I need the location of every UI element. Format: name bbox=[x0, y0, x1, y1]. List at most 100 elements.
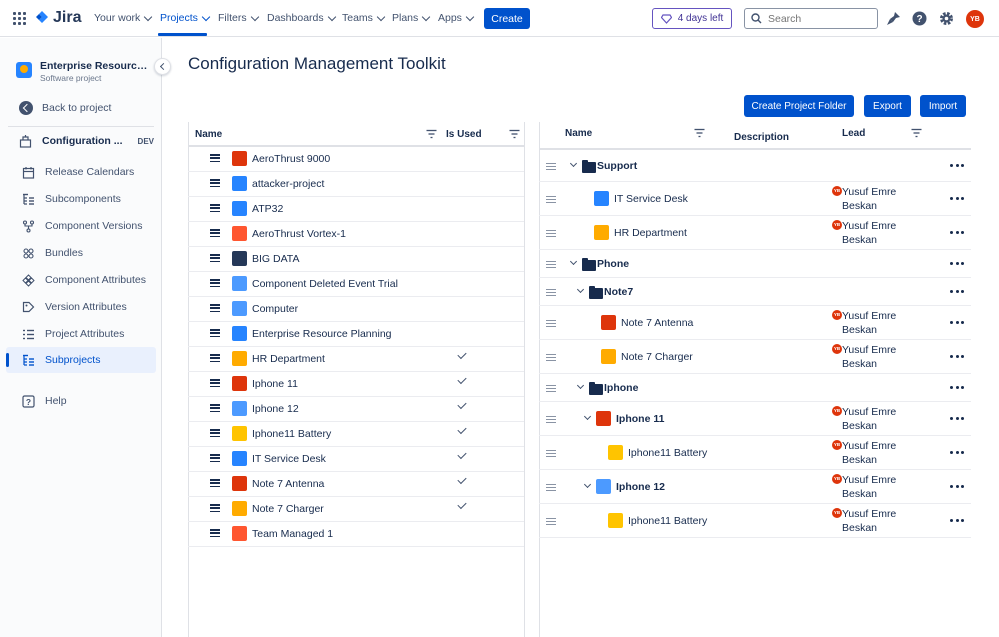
nav-plans[interactable]: Plans bbox=[392, 12, 431, 24]
config-toolkit-header[interactable]: Configuration ... DEV bbox=[19, 134, 154, 148]
more-actions-icon[interactable] bbox=[950, 197, 964, 201]
drag-handle-icon[interactable] bbox=[546, 289, 556, 296]
more-actions-icon[interactable] bbox=[950, 164, 964, 168]
more-actions-icon[interactable] bbox=[950, 321, 964, 325]
drag-handle-icon[interactable] bbox=[546, 196, 556, 203]
lead-user[interactable]: YB Yusuf Emre Beskan bbox=[832, 405, 922, 433]
lead-user[interactable]: YB Yusuf Emre Beskan bbox=[832, 185, 922, 213]
drag-handle-icon[interactable] bbox=[210, 504, 220, 512]
drag-handle-icon[interactable] bbox=[210, 179, 220, 187]
drag-handle-icon[interactable] bbox=[210, 204, 220, 212]
drag-handle-icon[interactable] bbox=[546, 230, 556, 237]
export-button[interactable]: Export bbox=[864, 95, 911, 117]
table-row[interactable]: Iphone 11 bbox=[188, 372, 524, 397]
sidebar-item-subprojects[interactable]: Subprojects bbox=[6, 347, 156, 373]
lead-user[interactable]: YB Yusuf Emre Beskan bbox=[832, 507, 922, 535]
filter-icon[interactable] bbox=[509, 129, 520, 139]
sidebar-item-version-attributes[interactable]: Version Attributes bbox=[6, 294, 156, 320]
sidebar-item-project-attributes[interactable]: Project Attributes bbox=[6, 321, 156, 347]
table-row[interactable]: AeroThrust Vortex-1 bbox=[188, 222, 524, 247]
tree-project-row[interactable]: Note 7 Charger YB Yusuf Emre Beskan bbox=[539, 340, 971, 374]
drag-handle-icon[interactable] bbox=[546, 484, 556, 491]
drag-handle-icon[interactable] bbox=[546, 450, 556, 457]
drag-handle-icon[interactable] bbox=[546, 163, 556, 170]
sidebar-item-release-calendars[interactable]: Release Calendars bbox=[6, 159, 156, 185]
tree-folder-row[interactable]: Note7 bbox=[539, 278, 971, 306]
lead-user[interactable]: YB Yusuf Emre Beskan bbox=[832, 343, 922, 371]
drag-handle-icon[interactable] bbox=[210, 404, 220, 412]
drag-handle-icon[interactable] bbox=[210, 454, 220, 462]
more-actions-icon[interactable] bbox=[950, 262, 964, 266]
drag-handle-icon[interactable] bbox=[210, 354, 220, 362]
drag-handle-icon[interactable] bbox=[546, 354, 556, 361]
sidebar-item-help[interactable]: ? Help bbox=[6, 388, 156, 414]
sidebar-item-bundles[interactable]: Bundles bbox=[6, 240, 156, 266]
table-row[interactable]: Team Managed 1 bbox=[188, 522, 524, 547]
create-project-folder-button[interactable]: Create Project Folder bbox=[744, 95, 854, 117]
drag-handle-icon[interactable] bbox=[210, 254, 220, 262]
column-header-name[interactable]: Name bbox=[565, 128, 592, 139]
tree-project-row[interactable]: HR Department YB Yusuf Emre Beskan bbox=[539, 216, 971, 250]
tree-folder-row[interactable]: Phone bbox=[539, 250, 971, 278]
table-row[interactable]: Component Deleted Event Trial bbox=[188, 272, 524, 297]
table-row[interactable]: HR Department bbox=[188, 347, 524, 372]
notifications-icon[interactable] bbox=[885, 10, 902, 27]
drag-handle-icon[interactable] bbox=[210, 479, 220, 487]
column-header-name[interactable]: Name bbox=[195, 129, 222, 140]
help-icon[interactable]: ? bbox=[911, 10, 928, 27]
table-row[interactable]: Iphone 12 bbox=[188, 397, 524, 422]
drag-handle-icon[interactable] bbox=[210, 529, 220, 537]
import-button[interactable]: Import bbox=[920, 95, 966, 117]
tree-project-row[interactable]: Iphone11 Battery YB Yusuf Emre Beskan bbox=[539, 504, 971, 538]
chevron-down-icon[interactable] bbox=[576, 381, 585, 390]
table-row[interactable]: BIG DATA bbox=[188, 247, 524, 272]
back-to-project-link[interactable]: Back to project bbox=[19, 101, 111, 115]
lead-user[interactable]: YB Yusuf Emre Beskan bbox=[832, 309, 922, 337]
filter-icon[interactable] bbox=[911, 128, 922, 138]
tree-project-row[interactable]: Note 7 Antenna YB Yusuf Emre Beskan bbox=[539, 306, 971, 340]
column-header-is-used[interactable]: Is Used bbox=[446, 129, 482, 140]
drag-handle-icon[interactable] bbox=[546, 416, 556, 423]
tree-project-row[interactable]: IT Service Desk YB Yusuf Emre Beskan bbox=[539, 182, 971, 216]
app-switcher-icon[interactable] bbox=[13, 12, 26, 25]
drag-handle-icon[interactable] bbox=[210, 154, 220, 162]
tree-project-row[interactable]: Iphone11 Battery YB Yusuf Emre Beskan bbox=[539, 436, 971, 470]
column-header-lead[interactable]: Lead bbox=[842, 128, 865, 139]
drag-handle-icon[interactable] bbox=[546, 518, 556, 525]
table-row[interactable]: IT Service Desk bbox=[188, 447, 524, 472]
chevron-down-icon[interactable] bbox=[583, 480, 592, 489]
nav-your-work[interactable]: Your work bbox=[94, 12, 153, 24]
more-actions-icon[interactable] bbox=[950, 386, 964, 390]
table-row[interactable]: Computer bbox=[188, 297, 524, 322]
filter-icon[interactable] bbox=[694, 128, 705, 138]
drag-handle-icon[interactable] bbox=[546, 385, 556, 392]
more-actions-icon[interactable] bbox=[950, 231, 964, 235]
jira-logo[interactable]: Jira bbox=[35, 9, 81, 27]
collapse-sidebar-button[interactable] bbox=[154, 58, 171, 75]
nav-teams[interactable]: Teams bbox=[342, 12, 386, 24]
table-row[interactable]: Iphone11 Battery bbox=[188, 422, 524, 447]
drag-handle-icon[interactable] bbox=[210, 279, 220, 287]
tree-folder-row[interactable]: Support bbox=[539, 150, 971, 182]
tree-project-row[interactable]: Iphone 12 YB Yusuf Emre Beskan bbox=[539, 470, 971, 504]
table-row[interactable]: Note 7 Charger bbox=[188, 497, 524, 522]
drag-handle-icon[interactable] bbox=[546, 261, 556, 268]
sidebar-item-component-attributes[interactable]: Component Attributes bbox=[6, 267, 156, 293]
search-box[interactable] bbox=[744, 8, 878, 29]
tree-project-row[interactable]: Iphone 11 YB Yusuf Emre Beskan bbox=[539, 402, 971, 436]
more-actions-icon[interactable] bbox=[950, 355, 964, 359]
nav-apps[interactable]: Apps bbox=[438, 12, 475, 24]
sidebar-item-subcomponents[interactable]: Subcomponents bbox=[6, 186, 156, 212]
table-row[interactable]: attacker-project bbox=[188, 172, 524, 197]
lead-user[interactable]: YB Yusuf Emre Beskan bbox=[832, 473, 922, 501]
trial-button[interactable]: 4 days left bbox=[652, 8, 732, 29]
nav-filters[interactable]: Filters bbox=[218, 12, 259, 24]
more-actions-icon[interactable] bbox=[950, 290, 964, 294]
lead-user[interactable]: YB Yusuf Emre Beskan bbox=[832, 439, 922, 467]
drag-handle-icon[interactable] bbox=[210, 329, 220, 337]
project-header[interactable]: Enterprise Resource Planning Software pr… bbox=[16, 60, 150, 83]
nav-dashboards[interactable]: Dashboards bbox=[267, 12, 336, 24]
nav-projects[interactable]: Projects bbox=[160, 12, 211, 24]
chevron-down-icon[interactable] bbox=[569, 257, 578, 266]
sidebar-item-component-versions[interactable]: Component Versions bbox=[6, 213, 156, 239]
